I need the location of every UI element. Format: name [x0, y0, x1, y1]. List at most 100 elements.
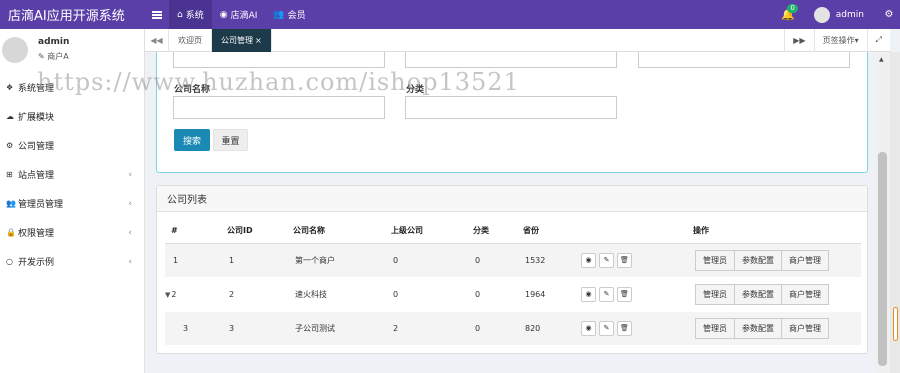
row-index: 3: [183, 323, 189, 333]
main-content: 公司名称 分类 搜索 重置 公司列表 # 公司ID 公司名称 上级公司 分类 省…: [145, 52, 876, 373]
topnav-dianai[interactable]: ◉ 店滴AI: [212, 0, 266, 29]
admins-button[interactable]: 管理员: [695, 317, 735, 339]
cell-actions: 管理员 参数配置 商户管理: [687, 243, 861, 278]
config-button[interactable]: 参数配置: [734, 317, 782, 339]
home-icon: ⌂: [177, 9, 183, 20]
topnav-member[interactable]: 👥 会员: [265, 0, 313, 29]
close-icon[interactable]: ×: [255, 36, 262, 45]
users-icon: 👥: [6, 199, 16, 208]
sidebar-item-dev-examples[interactable]: ○ 开发示例 ‹: [0, 247, 144, 276]
sitemap-icon: ⊞: [6, 170, 13, 179]
tab-operations-dropdown[interactable]: 页签操作 ▾: [813, 28, 867, 52]
cell-parent: 0: [385, 277, 467, 312]
delete-button[interactable]: 🗑: [617, 286, 632, 302]
cell-actions: 管理员 参数配置 商户管理: [687, 277, 861, 312]
eye-icon: ◉: [585, 290, 592, 298]
table-row: ▼2 2 速火科技 0 0 1964 ◉ ✎ 🗑 管理员 参数配置 商户管理: [165, 277, 861, 312]
eye-icon: ◉: [585, 256, 592, 264]
cell-icon-actions: ◉ ✎ 🗑: [573, 243, 687, 278]
search-button[interactable]: 搜索: [174, 129, 210, 151]
top-nav: ⌂ 系统 ◉ 店滴AI 👥 会员: [169, 0, 314, 29]
reset-button[interactable]: 重置: [213, 129, 248, 151]
company-table: # 公司ID 公司名称 上级公司 分类 省份 操作 1 1 第一个商户 0 0: [165, 219, 861, 346]
admins-button[interactable]: 管理员: [695, 283, 735, 305]
edit-button[interactable]: ✎: [599, 320, 614, 336]
sidebar-item-permissions[interactable]: 🔒 权限管理 ‹: [0, 218, 144, 247]
settings-button[interactable]: ⚙: [878, 0, 900, 29]
sidebar-item-extensions[interactable]: ☁ 扩展模块: [0, 102, 144, 131]
sidebar-item-company[interactable]: ⚙ 公司管理: [0, 131, 144, 160]
cell-category: 0: [467, 277, 517, 312]
pencil-icon: ✎: [603, 290, 610, 298]
sidebar-item-admins[interactable]: 👥 管理员管理 ‹: [0, 189, 144, 218]
merchant-button[interactable]: 商户管理: [781, 283, 829, 305]
topnav-system[interactable]: ⌂ 系统: [169, 0, 212, 29]
sidebar-username: admin: [38, 37, 70, 47]
sidebar-role-label: 商户A: [47, 52, 69, 61]
row-index: 1: [173, 255, 179, 265]
cloud-upload-icon: ☁: [6, 112, 14, 121]
edit-icon: ✎: [38, 52, 45, 61]
sidebar-item-label: 权限管理: [18, 229, 55, 239]
edit-button[interactable]: ✎: [599, 252, 614, 268]
caret-down-icon[interactable]: ▼: [165, 291, 170, 299]
table-row: 3 3 子公司测试 2 0 820 ◉ ✎ 🗑 管理员 参数配置 商户管理: [165, 311, 861, 346]
config-button[interactable]: 参数配置: [734, 283, 782, 305]
notification-badge: 0: [787, 4, 798, 13]
cell-category: 0: [467, 243, 517, 278]
column-header: 操作: [687, 219, 861, 244]
config-button[interactable]: 参数配置: [734, 249, 782, 271]
search-field-top-1[interactable]: [173, 52, 385, 68]
tab-scroll-right-button[interactable]: ▶▶: [784, 28, 813, 52]
view-button[interactable]: ◉: [581, 286, 596, 302]
merchant-button[interactable]: 商户管理: [781, 249, 829, 271]
column-header: 公司ID: [221, 219, 287, 244]
scrollbar-thumb[interactable]: [878, 152, 887, 366]
sidebar-role[interactable]: ✎ 商户A: [38, 51, 69, 62]
topnav-label: 会员: [287, 11, 306, 21]
tab-company-management[interactable]: 公司管理 ×: [212, 28, 272, 52]
fullscreen-button[interactable]: ⤢: [866, 28, 890, 52]
view-button[interactable]: ◉: [581, 320, 596, 336]
chevron-left-icon: ‹: [128, 198, 132, 209]
hamburger-icon: [152, 10, 162, 19]
chevron-left-icon: ‹: [128, 227, 132, 238]
cell-name: 子公司测试: [287, 311, 385, 346]
column-header: 上级公司: [385, 219, 467, 244]
admins-button[interactable]: 管理员: [695, 249, 735, 271]
backward-icon: ◀◀: [150, 35, 163, 45]
merchant-button[interactable]: 商户管理: [781, 317, 829, 339]
sidebar-user-panel: admin ✎ 商户A: [0, 29, 144, 73]
search-field-top-2[interactable]: [405, 52, 617, 68]
search-field-top-3[interactable]: [638, 52, 850, 68]
tab-operations-label: 页签操作: [822, 35, 855, 45]
delete-button[interactable]: 🗑: [617, 320, 632, 336]
scroll-up-icon[interactable]: ▲: [879, 56, 884, 63]
view-button[interactable]: ◉: [581, 252, 596, 268]
avatar: [2, 37, 28, 63]
eye-icon: ◉: [219, 9, 228, 20]
user-menu[interactable]: admin: [813, 6, 864, 23]
tab-welcome[interactable]: 欢迎页: [169, 28, 212, 52]
tab-scroll-left-button[interactable]: ◀◀: [145, 28, 169, 52]
gear-icon: ⚙: [884, 9, 894, 20]
expand-icon: ⤢: [875, 35, 882, 44]
category-input[interactable]: [405, 96, 617, 119]
side-handle[interactable]: [893, 307, 898, 341]
top-navbar: 店滴AI应用开源系统 ⌂ 系统 ◉ 店滴AI 👥 会员 🔔 0 admin ⚙: [0, 0, 900, 29]
delete-button[interactable]: 🗑: [617, 252, 632, 268]
company-name-input[interactable]: [173, 96, 385, 119]
cell-icon-actions: ◉ ✎ 🗑: [573, 277, 687, 312]
edit-button[interactable]: ✎: [599, 286, 614, 302]
cell-id: 2: [221, 277, 287, 312]
sidebar-item-sites[interactable]: ⊞ 站点管理 ‹: [0, 160, 144, 189]
sidebar-item-label: 站点管理: [18, 171, 55, 181]
notification-button[interactable]: 🔔 0: [778, 0, 798, 29]
cell-province: 1964: [517, 277, 573, 312]
tab-bar-right: ▶▶ 页签操作 ▾ ⤢: [784, 28, 890, 52]
chevron-left-icon: ‹: [128, 169, 132, 180]
menu-toggle-button[interactable]: [145, 0, 169, 29]
app-title[interactable]: 店滴AI应用开源系统: [0, 0, 145, 29]
table-row: 1 1 第一个商户 0 0 1532 ◉ ✎ 🗑 管理员 参数配置 商户管理: [165, 243, 861, 278]
column-header: #: [165, 219, 221, 244]
